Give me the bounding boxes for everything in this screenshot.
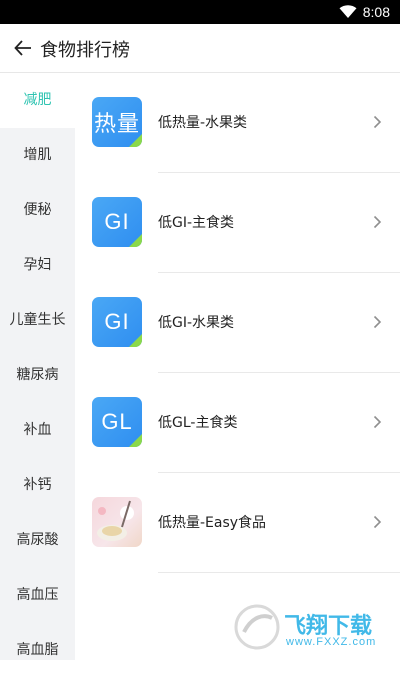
tile-text: GI [104, 309, 130, 334]
status-time: 8:08 [362, 4, 390, 20]
gi-tile-icon: GI [92, 197, 142, 247]
app-header: 食物排行榜 [0, 24, 400, 73]
list-item-label: 低热量-水果类 [158, 115, 248, 131]
sidebar-item-muscle-gain[interactable]: 增肌 [0, 128, 75, 183]
watermark: 飞翔下载 www.FXXZ.com [232, 600, 394, 656]
ranking-list: 热量 低热量-水果类 GI 低GI-主食类 GI 低GI-水果类 GL 低GL-… [75, 73, 400, 660]
chevron-right-icon [373, 415, 382, 429]
list-item-label: 低GL-主食类 [158, 415, 238, 431]
sidebar-item-blood-pressure[interactable]: 高血压 [0, 568, 75, 623]
tile-text: 热量 [93, 111, 140, 136]
calorie-tile-icon: 热量 [92, 97, 142, 147]
list-item-label: 低GI-主食类 [158, 215, 235, 231]
sidebar-item-diabetes[interactable]: 糖尿病 [0, 348, 75, 403]
list-item-label: 低热量-Easy食品 [158, 515, 267, 531]
tile-text: GL [101, 409, 133, 434]
list-item-label: 低GI-水果类 [158, 315, 235, 331]
category-sidebar: 减肥 增肌 便秘 孕妇 儿童生长 糖尿病 补血 补钙 高尿酸 高血压 高血脂 [0, 73, 75, 660]
sidebar-item-pregnancy[interactable]: 孕妇 [0, 238, 75, 293]
watermark-logo-icon [234, 604, 280, 650]
chevron-right-icon [373, 515, 382, 529]
back-button[interactable] [8, 32, 40, 64]
food-photo-thumbnail [92, 497, 142, 547]
chevron-right-icon [373, 215, 382, 229]
gl-tile-icon: GL [92, 397, 142, 447]
wifi-icon [339, 5, 357, 18]
sidebar-item-blood[interactable]: 补血 [0, 403, 75, 458]
watermark-url: www.FXXZ.com [286, 636, 377, 648]
gi-tile-icon: GI [92, 297, 142, 347]
chevron-right-icon [373, 115, 382, 129]
sidebar-item-weight-loss[interactable]: 减肥 [0, 73, 75, 128]
sidebar-item-calcium[interactable]: 补钙 [0, 458, 75, 513]
sidebar-item-constipation[interactable]: 便秘 [0, 183, 75, 238]
list-item[interactable]: GI 低GI-水果类 [75, 273, 400, 373]
tile-text: GI [104, 209, 130, 234]
divider [158, 572, 400, 573]
food-photo-icon [97, 500, 134, 541]
sidebar-item-uric-acid[interactable]: 高尿酸 [0, 513, 75, 568]
sidebar-item-child-growth[interactable]: 儿童生长 [0, 293, 75, 348]
list-item[interactable]: 热量 低热量-水果类 [75, 73, 400, 173]
chevron-right-icon [373, 315, 382, 329]
status-bar: 8:08 [0, 0, 400, 24]
list-item[interactable]: GL 低GL-主食类 [75, 373, 400, 473]
status-right: 8:08 [339, 0, 390, 24]
list-item[interactable]: GI 低GI-主食类 [75, 173, 400, 273]
page-title: 食物排行榜 [40, 40, 130, 61]
back-arrow-icon [14, 40, 31, 56]
sidebar-item-blood-lipids[interactable]: 高血脂 [0, 623, 75, 678]
list-item[interactable]: 低热量-Easy食品 [75, 473, 400, 573]
